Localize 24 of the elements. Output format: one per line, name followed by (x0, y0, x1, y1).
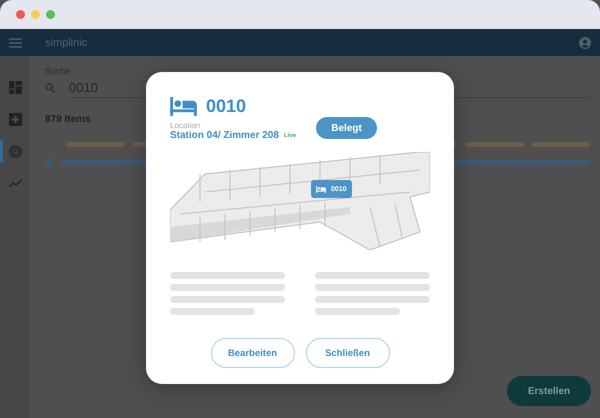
account-icon[interactable] (579, 36, 591, 48)
status-dot (45, 158, 53, 166)
bed-icon (170, 97, 197, 116)
radar-icon (8, 144, 22, 158)
close-dot[interactable] (16, 10, 25, 19)
location-value: Station 04/ Zimmer 208 (170, 130, 279, 141)
bed-icon (316, 186, 326, 192)
plus-icon (8, 112, 22, 126)
skeleton-bar (532, 142, 590, 147)
room-number: 0010 (206, 96, 246, 117)
menu-icon[interactable] (9, 38, 22, 48)
skeleton-bar (66, 142, 124, 147)
search-icon (45, 83, 55, 93)
skeleton-bar (465, 142, 524, 147)
trend-line-icon (8, 176, 22, 190)
location-label: Location (170, 121, 202, 130)
status-button[interactable]: Belegt (316, 117, 377, 139)
edit-button[interactable]: Bearbeiten (210, 338, 294, 368)
minimize-dot[interactable] (31, 10, 40, 19)
app-title: simplinic (45, 36, 88, 48)
close-button[interactable]: Schließen (306, 338, 390, 368)
maximize-dot[interactable] (46, 10, 55, 19)
grid-icon (8, 80, 22, 94)
create-button[interactable]: Erstellen (507, 376, 591, 406)
